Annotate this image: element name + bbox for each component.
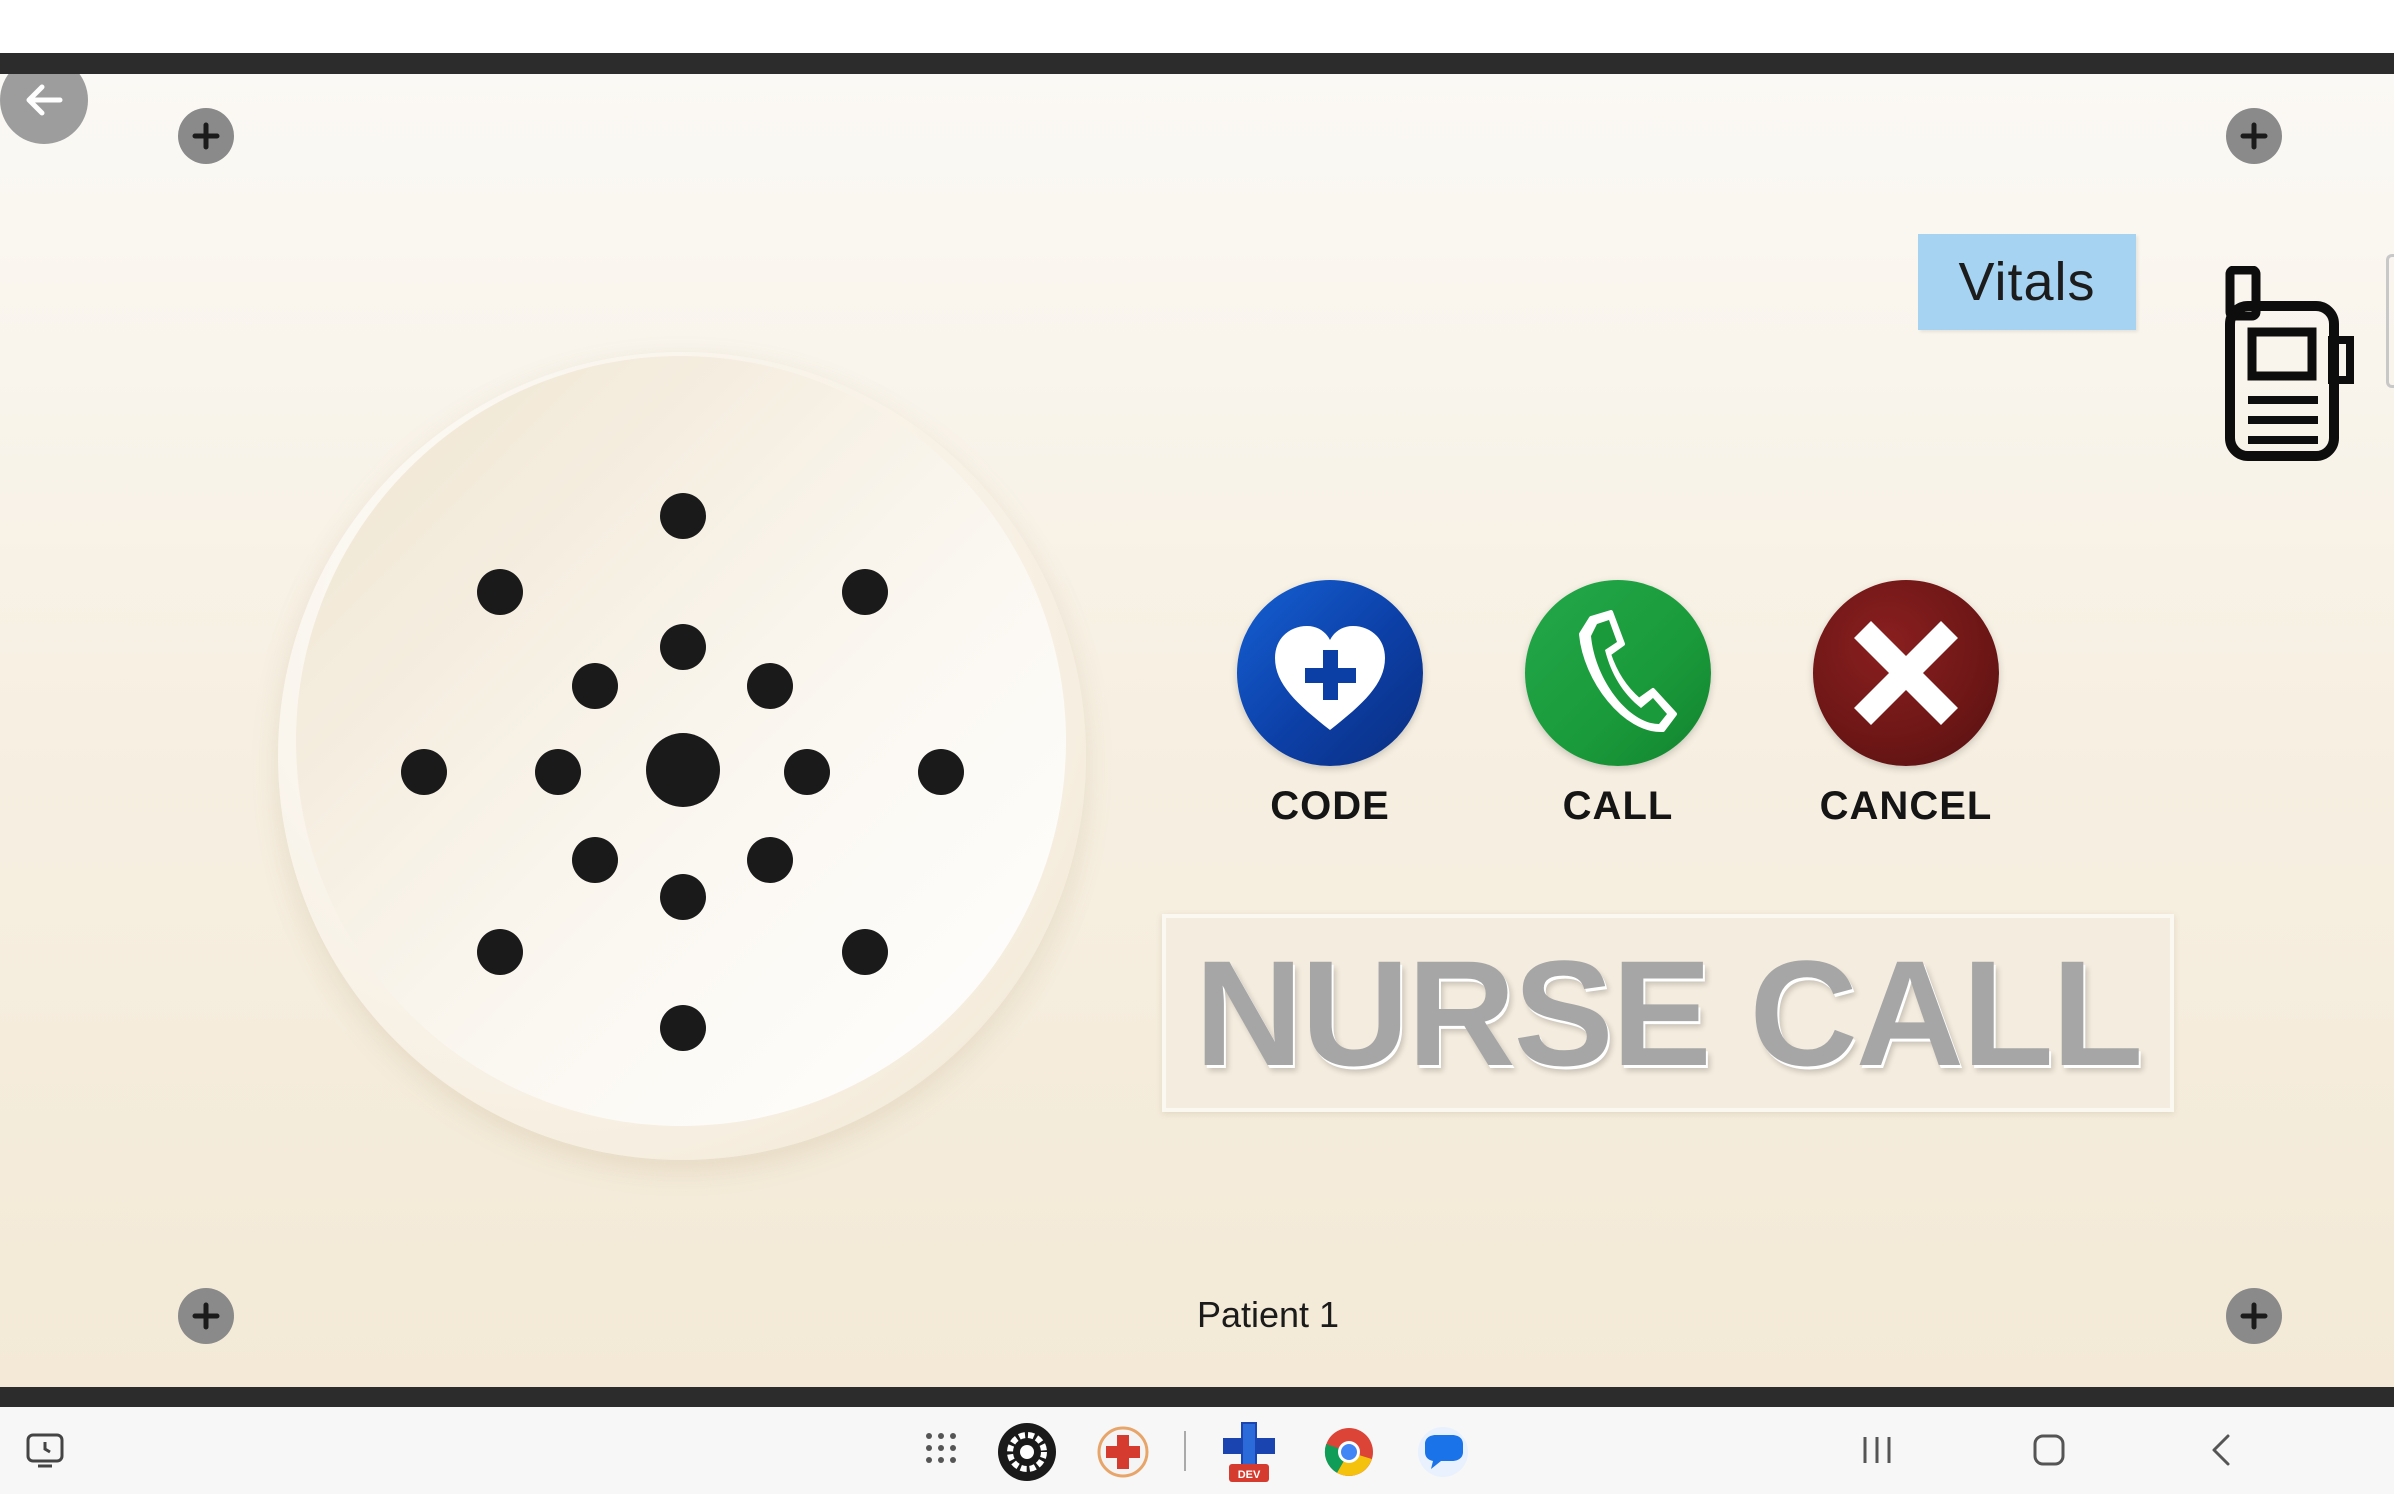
add-widget-top-right-button[interactable] <box>2226 108 2282 164</box>
call-label: CALL <box>1562 784 1674 828</box>
cancel-button[interactable]: CANCEL <box>1796 580 2016 829</box>
call-button[interactable]: CALL <box>1508 580 1728 829</box>
plus-icon <box>2240 1302 2268 1330</box>
recent-apps-button[interactable] <box>1852 1425 1902 1475</box>
code-label: CODE <box>1270 784 1390 828</box>
side-panel-handle[interactable] <box>2386 254 2394 388</box>
arrow-left-icon <box>26 84 63 116</box>
top-border-bar <box>0 53 2394 74</box>
vitals-button[interactable]: Vitals <box>1918 234 2136 330</box>
messages-app-icon[interactable] <box>1412 1421 1474 1483</box>
chrome-app-icon[interactable] <box>1318 1421 1380 1483</box>
back-button[interactable] <box>0 74 88 144</box>
svg-text:DEV: DEV <box>1238 1469 1261 1481</box>
home-button[interactable] <box>2024 1425 2074 1475</box>
nurse-call-banner: NURSE CALL <box>1162 914 2174 1112</box>
add-widget-bottom-left-button[interactable] <box>178 1288 234 1344</box>
dev-medical-app-icon[interactable]: DEV <box>1216 1417 1282 1487</box>
add-widget-top-left-button[interactable] <box>178 108 234 164</box>
plus-icon <box>192 122 220 150</box>
speaker-holes-icon <box>401 493 964 1051</box>
walkie-talkie-icon[interactable] <box>2224 266 2356 462</box>
system-navigation-bar: DEV <box>0 1407 2394 1494</box>
plus-icon <box>192 1302 220 1330</box>
app-drawer-icon[interactable] <box>916 1423 966 1473</box>
screen-recorder-icon[interactable] <box>22 1427 68 1473</box>
nurse-call-screen: Vitals CODE CALL CANCEL NURSE CALL Patie… <box>0 74 2394 1387</box>
cancel-label: CANCEL <box>1819 784 1993 828</box>
code-heart-icon <box>1237 580 1423 766</box>
close-icon <box>1813 580 1999 766</box>
patient-name: Patient 1 <box>1196 1294 1340 1335</box>
phone-icon <box>1525 580 1711 766</box>
dock-divider <box>1184 1431 1186 1471</box>
add-widget-bottom-right-button[interactable] <box>2226 1288 2282 1344</box>
bottom-border-bar <box>0 1387 2394 1407</box>
plus-icon <box>2240 122 2268 150</box>
system-back-button[interactable] <box>2196 1425 2246 1475</box>
medical-cross-app-icon[interactable] <box>1094 1423 1152 1481</box>
nurse-call-title: NURSE CALL <box>1194 928 2144 1097</box>
speaker-grille <box>296 356 1066 1126</box>
code-button[interactable]: CODE <box>1220 580 1440 829</box>
settings-app-icon[interactable] <box>996 1421 1058 1483</box>
